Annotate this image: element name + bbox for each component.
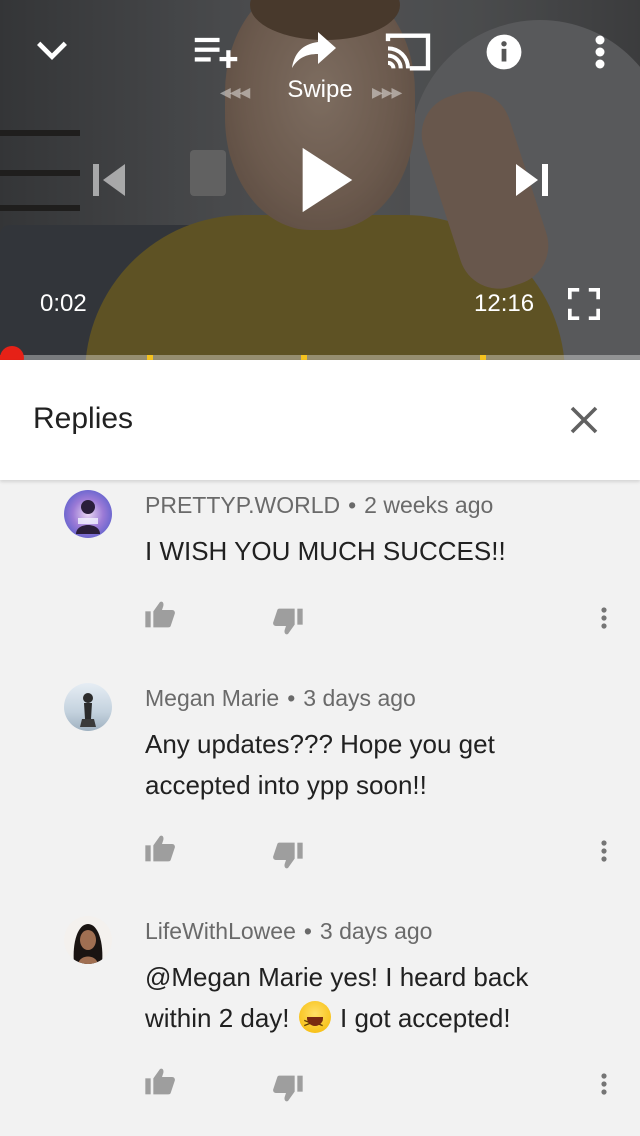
previous-icon [93, 164, 125, 196]
dislike-button[interactable] [268, 1069, 308, 1109]
previous-button[interactable] [84, 152, 134, 208]
reply-more-button[interactable] [584, 598, 624, 638]
reply-age: 3 days ago [303, 685, 416, 711]
like-button[interactable] [140, 1061, 180, 1101]
minimize-button[interactable] [28, 26, 76, 74]
reply-text: I WISH YOU MUCH SUCCES!! [145, 536, 506, 566]
author-name[interactable]: Megan Marie [145, 685, 279, 711]
more-vert-icon [595, 35, 605, 69]
author-name[interactable]: PRETTYP.WORLD [145, 492, 340, 518]
dislike-button[interactable] [268, 836, 308, 876]
reply-item: LifeWithLowee • 3 days ago @Megan Marie ye… [0, 913, 640, 1113]
more-vert-icon [601, 607, 607, 629]
replies-title: Replies [33, 402, 134, 435]
elapsed-time: 0:02 [40, 290, 87, 317]
reply-text: Any updates??? Hope you get accepted int… [145, 729, 495, 800]
author-name[interactable]: LifeWithLowee [145, 918, 296, 944]
add-to-queue-icon [194, 37, 238, 68]
reply-item: PRETTYP.WORLD • 2 weeks ago I WISH YOU MUC… [0, 488, 640, 658]
dislike-button[interactable] [268, 602, 308, 642]
next-button[interactable] [506, 152, 558, 208]
reply-age: 2 weeks ago [364, 492, 494, 518]
close-icon [570, 406, 598, 434]
more-options-button[interactable] [580, 28, 620, 76]
more-vert-icon [601, 1073, 607, 1095]
info-button[interactable] [482, 28, 526, 76]
reply-item: Megan Marie • 3 days ago Any updates??? Ho… [0, 680, 640, 890]
avatar[interactable] [64, 683, 112, 731]
more-vert-icon [601, 840, 607, 862]
share-icon [292, 32, 336, 68]
thumb-up-icon [145, 601, 175, 628]
chevron-down-icon [37, 41, 67, 60]
reply-age: 3 days ago [319, 918, 433, 944]
thumb-up-icon [145, 1068, 175, 1095]
avatar-image-icon [76, 500, 100, 534]
thumb-down-icon [273, 608, 303, 635]
laughing-emoji-icon [298, 1001, 331, 1044]
reply-meta: Megan Marie • 3 days ago [145, 685, 416, 711]
next-icon [516, 164, 548, 196]
swipe-right-hint: ▶▶▶ [372, 84, 402, 100]
reply-meta: LifeWithLowee • 3 days ago [145, 918, 433, 944]
reply-meta: PRETTYP.WORLD • 2 weeks ago [145, 492, 494, 518]
play-icon [302, 147, 353, 213]
duration-time: 12:16 [474, 290, 535, 317]
share-button[interactable] [286, 26, 342, 74]
add-to-queue-button[interactable] [190, 28, 242, 76]
reply-more-button[interactable] [584, 1064, 624, 1104]
play-button[interactable] [286, 136, 366, 224]
avatar-image-icon [73, 924, 103, 964]
like-button[interactable] [140, 828, 180, 868]
fullscreen-button[interactable] [562, 284, 606, 324]
avatar-image-icon [80, 693, 96, 727]
like-button[interactable] [140, 594, 180, 634]
swipe-label: Swipe [287, 76, 353, 103]
close-replies-button[interactable] [560, 398, 608, 442]
avatar[interactable] [64, 490, 112, 538]
thumb-down-icon [273, 1075, 303, 1102]
cast-icon [385, 33, 431, 71]
video-player[interactable]: ◀◀◀ Swipe ▶▶▶ 0:02 12:16 [0, 0, 640, 360]
reply-text: @Megan Marie yes! I heard back within 2 … [145, 957, 585, 1044]
avatar[interactable] [64, 916, 112, 964]
info-icon [486, 34, 522, 70]
replies-header: Replies [0, 360, 640, 480]
fullscreen-icon [568, 288, 600, 320]
cast-button[interactable] [382, 28, 434, 76]
thumb-down-icon [273, 842, 303, 869]
reply-more-button[interactable] [584, 831, 624, 871]
thumb-up-icon [145, 835, 175, 862]
